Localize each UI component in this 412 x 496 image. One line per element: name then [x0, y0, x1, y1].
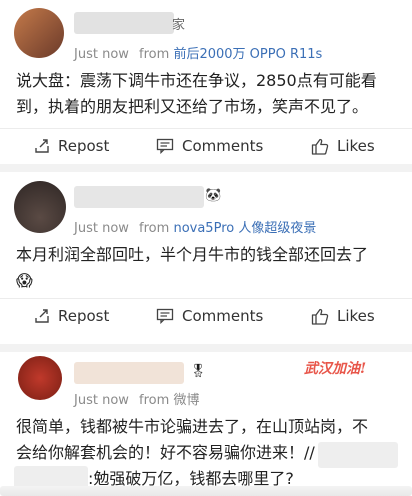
comments-button[interactable]: Comments	[156, 307, 263, 325]
repost-icon	[35, 309, 49, 323]
avatar[interactable]	[18, 356, 62, 400]
username[interactable]	[74, 12, 174, 34]
username[interactable]	[74, 362, 184, 384]
comment-icon	[156, 308, 174, 324]
post-meta: Just now from 前后2000万 OPPO R11s	[74, 47, 323, 62]
post-card-2: 🐼 Just now from nova5Pro 人像超级夜景 本月利润全部回吐…	[0, 172, 412, 344]
post-text: 本月利润全部回吐，半个月牛市的钱全部还回去了 😱	[16, 245, 369, 290]
repost-button[interactable]: Repost	[34, 307, 109, 325]
thumbs-up-icon	[311, 138, 329, 155]
avatar[interactable]	[14, 181, 66, 233]
repost-icon	[35, 139, 49, 153]
redacted-mention	[318, 442, 398, 468]
separator	[0, 344, 412, 352]
shocked-emoji-icon: 😱	[16, 271, 33, 290]
likes-button[interactable]: Likes	[311, 137, 375, 155]
post-time: Just now	[74, 47, 129, 62]
post-meta: Just now from nova5Pro 人像超级夜景	[74, 221, 317, 236]
thumbs-up-icon	[311, 308, 329, 325]
redacted-text	[0, 486, 412, 496]
post-card-3: 🎖 武汉加油! Just now from 微博 很简单，钱都被牛市论骗进去了，…	[0, 352, 412, 496]
post-source[interactable]: nova5Pro 人像超级夜景	[173, 221, 316, 236]
wuhan-tag: 武汉加油!	[304, 361, 367, 377]
username[interactable]	[74, 186, 204, 208]
post-card-1: 家 Just now from 前后2000万 OPPO R11s 说大盘：震荡…	[0, 0, 412, 164]
divider	[0, 128, 412, 129]
post-source[interactable]: 微博	[173, 393, 199, 408]
username-suffix: 家	[172, 18, 186, 33]
separator	[0, 164, 412, 172]
post-time: Just now	[74, 393, 129, 408]
repost-button[interactable]: Repost	[34, 137, 109, 155]
avatar[interactable]	[14, 8, 64, 58]
likes-button[interactable]: Likes	[311, 307, 375, 325]
post-text: 说大盘：震荡下调牛市还在争议，2850点有可能看到，执着的朋友把利又还给了市场，…	[16, 71, 377, 116]
comments-button[interactable]: Comments	[156, 137, 263, 155]
comment-icon	[156, 138, 174, 154]
post-meta: Just now from 微博	[74, 393, 200, 408]
username-suffix: 🎖	[190, 364, 207, 379]
post-time: Just now	[74, 221, 129, 236]
divider	[0, 298, 412, 299]
post-source[interactable]: 前后2000万 OPPO R11s	[173, 47, 322, 62]
username-suffix: 🐼	[205, 188, 222, 203]
